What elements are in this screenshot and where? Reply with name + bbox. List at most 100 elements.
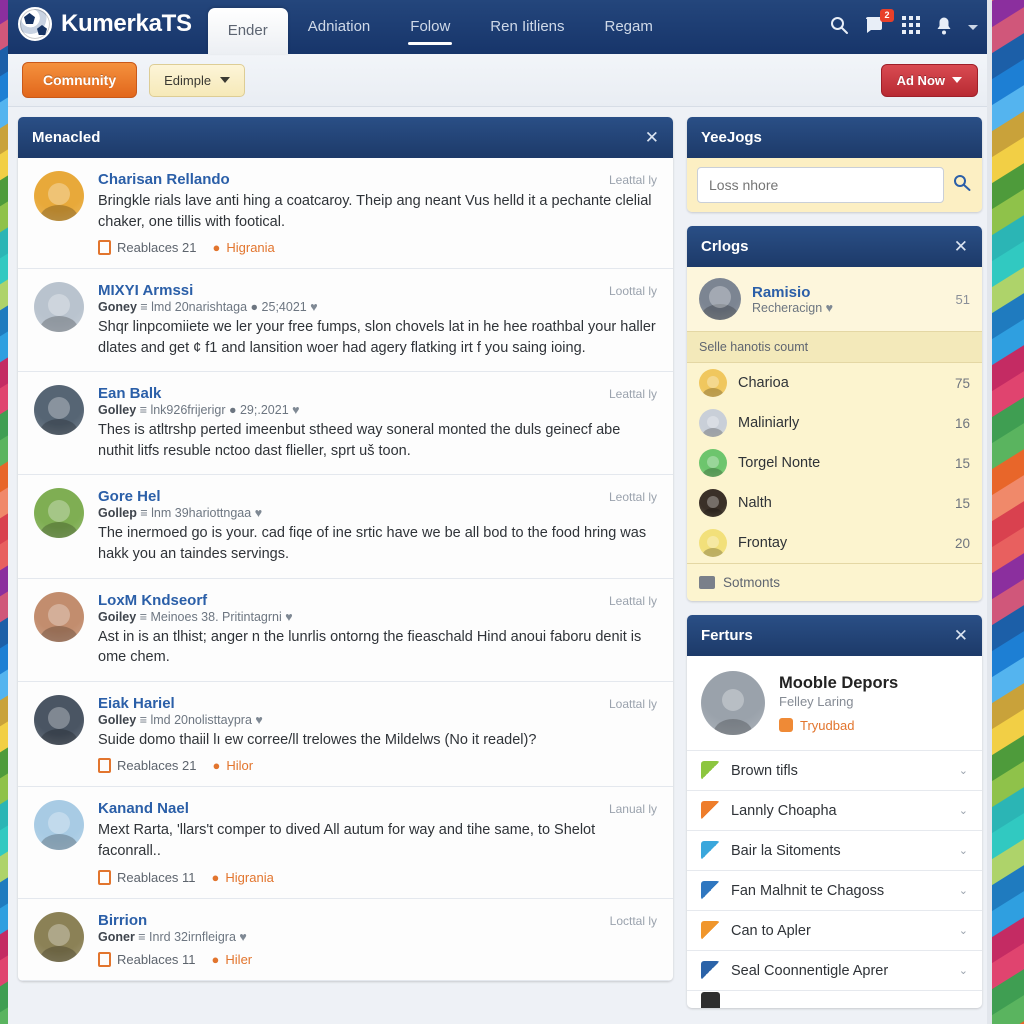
post-item[interactable]: Kanand Nael Lanual ly Mext Rarta, 'llars't… [18,787,673,899]
location-pin-icon: ● [211,951,220,967]
post-replies-action[interactable]: Reablaces 21 [98,758,197,774]
post-body: Ean Balk Leattal ly Golley ≡ lnk926frijeri… [98,385,657,461]
feature-row[interactable]: Lannly Choapha ⌄ [687,790,982,830]
page-scrollbar[interactable] [987,0,992,1024]
profile-subtitle: Felley Laring [779,693,854,709]
post-author[interactable]: Kanand Nael [98,800,189,817]
post-link-action[interactable]: ● Hiler [212,952,253,967]
nav-tab-adniation[interactable]: Adniation [288,0,391,54]
chevron-down-icon[interactable]: ⌄ [959,884,968,897]
feature-label: Lannly Choapha [731,802,837,819]
feature-row-partial[interactable] [687,990,982,1008]
notifications-icon[interactable] [936,16,952,40]
apps-grid-icon[interactable] [902,16,920,39]
post-author[interactable]: Eiak Hariel [98,695,175,712]
chevron-down-icon[interactable]: ⌄ [959,764,968,777]
post-header: Charisan Rellando Leattal ly [98,171,657,188]
post-replies-action[interactable]: Reablaces 21 [98,240,197,256]
chevron-down-icon[interactable]: ⌄ [959,844,968,857]
contacts-footer[interactable]: Sotmonts [687,563,982,601]
featured-contact-subtitle: Recheracign ♥ [752,301,833,315]
close-icon[interactable]: ✕ [954,627,968,644]
heart-icon: ♥ [254,506,263,521]
sub-navigation-bar: Comnunity Edimple Ad Now [8,54,992,107]
nav-tab-label: Ren Iitliens [490,18,565,35]
contacts-body: Ramisio Recheracign ♥ 51 Selle hanotis c… [687,267,982,601]
search-icon[interactable] [952,173,972,198]
post-body: LoxM Kndseorf Leattal ly Goiley ≡ Meinoes … [98,592,657,668]
nav-tab-ender[interactable]: Ender [207,8,288,54]
post-author[interactable]: MIXYI Armssi [98,282,193,299]
nav-tab-label: Adniation [307,18,371,35]
post-link-action[interactable]: ● Higrania [212,870,274,885]
replies-icon [98,951,111,967]
profile-name: Mooble Depors [779,673,899,692]
featured-contact[interactable]: Ramisio Recheracign ♥ 51 [687,267,982,331]
post-author[interactable]: LoxM Kndseorf [98,592,207,609]
replies-icon [98,869,111,885]
feature-row[interactable]: Bair la Sitoments ⌄ [687,830,982,870]
feature-row[interactable]: Fan Malhnit te Chagoss ⌄ [687,870,982,910]
messages-icon[interactable]: 2 [865,9,894,39]
close-icon[interactable]: ✕ [645,129,659,146]
heart-icon: ♥ [255,712,263,727]
search-input[interactable] [697,167,944,203]
chevron-down-icon[interactable]: ⌄ [959,964,968,977]
post-link-action[interactable]: ● Hilor [213,758,254,773]
nav-tab-ren-iitliens[interactable]: Ren Iitliens [470,0,584,54]
post-item[interactable]: Birrion Locttal ly Goner ≡ Inrd 32irnfleig… [18,899,673,981]
post-item[interactable]: Gore Hel Leottal ly Gollep ≡ lnm 39hariott… [18,475,673,579]
post-meta: Goner ≡ Inrd 32irnfleigra ♥ [98,929,247,944]
feature-row[interactable]: Can to Apler ⌄ [687,910,982,950]
chevron-down-icon[interactable]: ⌄ [959,804,968,817]
post-item[interactable]: Ean Balk Leattal ly Golley ≡ lnk926frijeri… [18,372,673,476]
contact-name: Torgel Nonte [738,455,821,471]
post-item[interactable]: Eiak Hariel Loattal ly Golley ≡ lmd 20noli… [18,682,673,788]
community-button[interactable]: Comnunity [22,62,138,98]
avatar [34,694,84,745]
account-chevron-down-icon[interactable] [968,25,978,30]
contacts-panel: Crlogs ✕ Ramisio Recheracign ♥ 51 Selle … [687,226,982,601]
contact-row[interactable]: Charioa 75 [687,363,982,403]
feed-title: Menacled [32,129,101,146]
post-author[interactable]: Ean Balk [98,385,161,402]
contact-name: Charioa [738,375,789,391]
post-header: Gore Hel Leottal ly [98,488,657,505]
feature-row[interactable]: Seal Coonnentigle Aprer ⌄ [687,950,982,990]
brand[interactable]: KumerkaTS [18,7,192,54]
avatar [699,489,727,517]
contact-row[interactable]: Nalth 15 [687,483,982,523]
contact-row[interactable]: Maliniarly 16 [687,403,982,443]
chevron-down-icon[interactable]: ⌄ [959,924,968,937]
post-link-action[interactable]: ● Higrania [213,240,275,255]
post-replies-action[interactable]: Reablaces 11 [98,869,196,885]
close-icon[interactable]: ✕ [954,238,968,255]
post-replies-action[interactable]: Reablaces 11 [98,951,196,967]
features-panel-title: Ferturs [701,627,753,644]
ad-now-button[interactable]: Ad Now [880,63,978,97]
location-pin-icon: ● [212,758,221,774]
contact-row[interactable]: Torgel Nonte 15 [687,443,982,483]
profile-tag[interactable]: Tryudbad [779,718,898,733]
search-icon[interactable] [829,15,849,40]
post-item[interactable]: MIXYI Armssi Loottal ly Goney ≡ lmd 20nari… [18,269,673,373]
feature-icon [701,801,720,820]
example-dropdown[interactable]: Edimple [149,63,246,97]
post-author[interactable]: Gore Hel [98,488,161,505]
post-actions: Reablaces 11 ● Higrania [98,869,657,885]
contacts-subheader: Selle hanotis coumt [687,331,982,363]
replies-icon [98,240,111,256]
post-item[interactable]: LoxM Kndseorf Leattal ly Goiley ≡ Meinoes … [18,579,673,682]
app-window: KumerkaTS Ender Adniation Folow Ren Iitlien… [8,0,992,1024]
contact-row[interactable]: Frontay 20 [687,523,982,563]
nav-tab-folow[interactable]: Folow [390,0,470,54]
post-timestamp: Leattal ly [608,593,657,608]
post-item[interactable]: Charisan Rellando Leattal ly Bringkle rial… [18,158,673,270]
post-author[interactable]: Charisan Rellando [98,171,230,188]
nav-tab-regam[interactable]: Regam [585,0,673,54]
nav-actions: 2 [829,9,992,54]
profile-card[interactable]: Mooble Depors Felley Laring Tryudbad [687,656,982,750]
post-author[interactable]: Birrion [98,912,147,929]
feature-row[interactable]: Brown tifls ⌄ [687,750,982,790]
avatar [34,385,84,436]
